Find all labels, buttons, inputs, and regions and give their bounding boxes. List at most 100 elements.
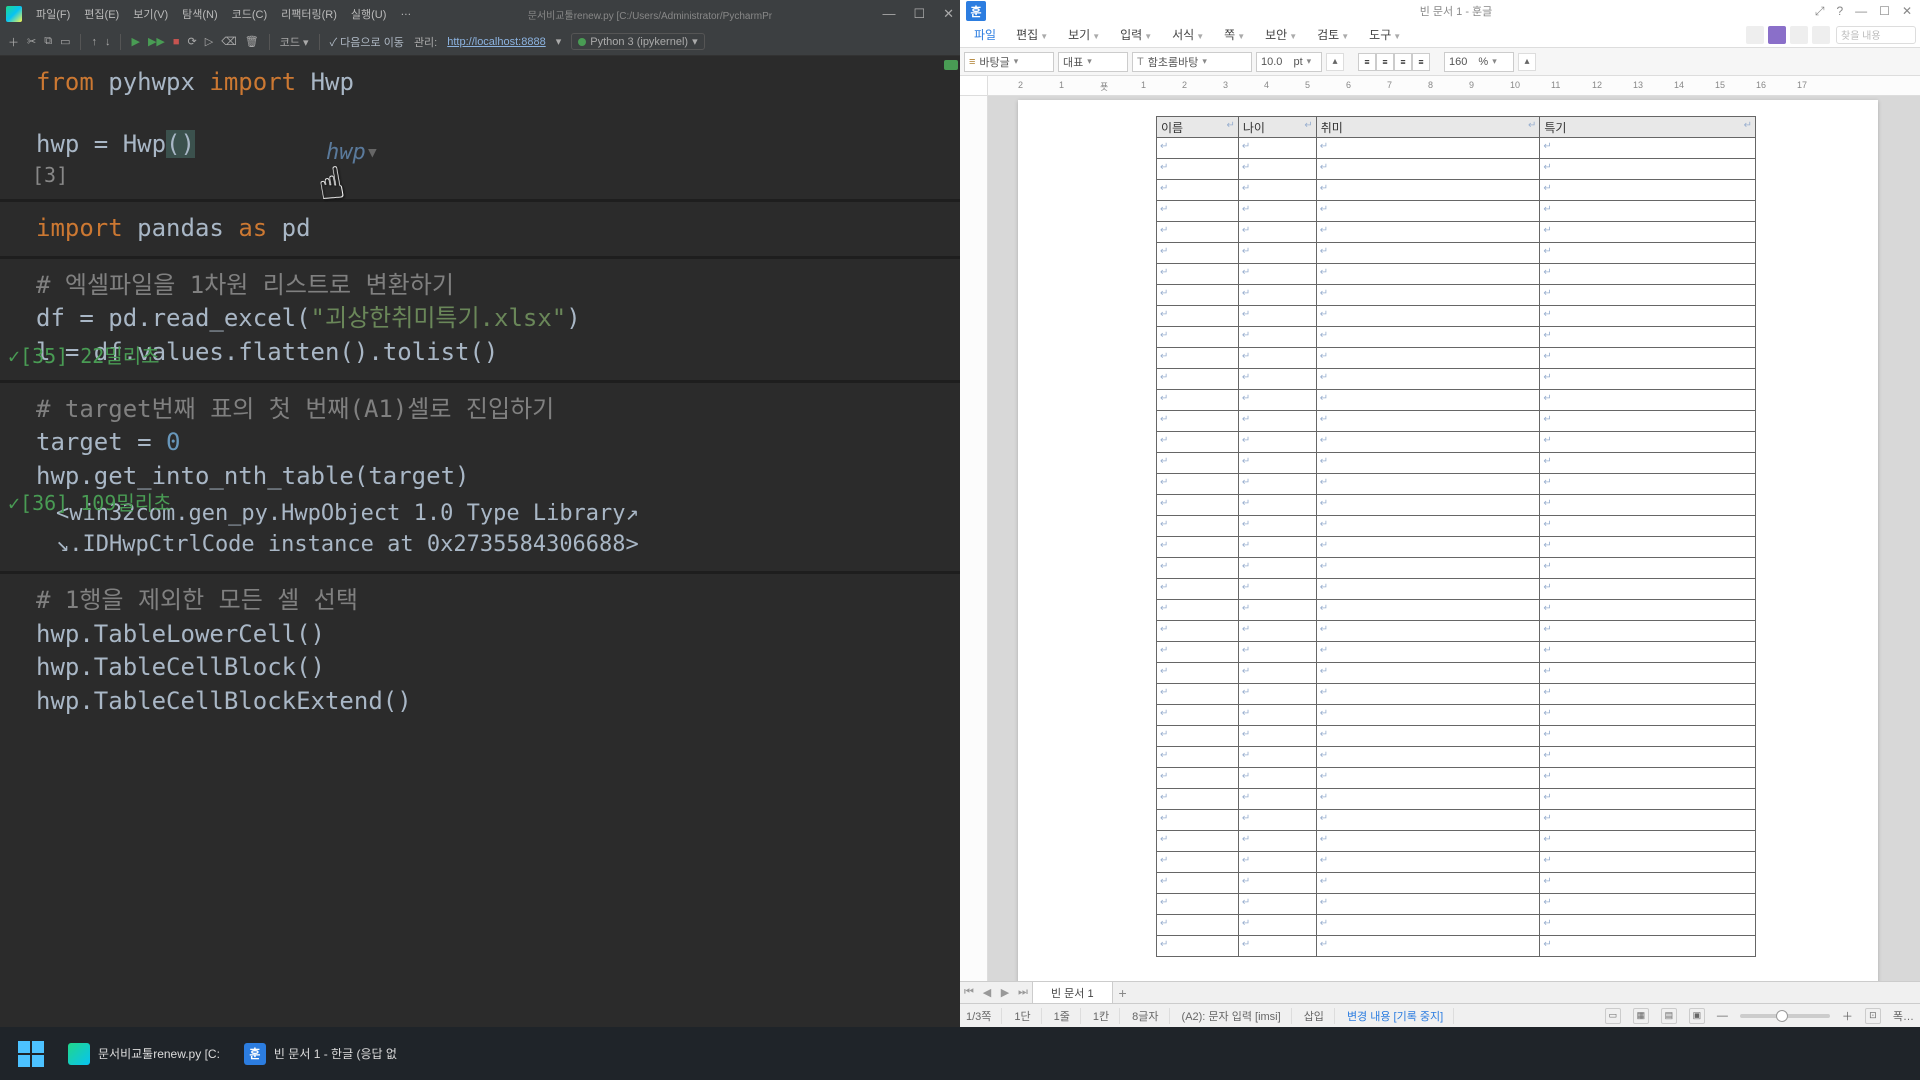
table-row[interactable]: ↵↵↵↵ <box>1157 390 1756 411</box>
table-row[interactable]: ↵↵↵↵ <box>1157 495 1756 516</box>
zoom-in-button[interactable]: ＋ <box>1842 1008 1853 1024</box>
table-row[interactable]: ↵↵↵↵ <box>1157 936 1756 957</box>
table-cell[interactable]: ↵ <box>1540 894 1756 915</box>
table-cell[interactable]: ↵ <box>1316 243 1540 264</box>
view-mode-4[interactable] <box>1812 26 1830 44</box>
table-cell[interactable]: ↵ <box>1316 222 1540 243</box>
table-cell[interactable]: ↵ <box>1316 180 1540 201</box>
zoom-slider[interactable] <box>1740 1014 1830 1018</box>
table-cell[interactable]: ↵ <box>1316 684 1540 705</box>
font-size-input[interactable]: 10.0 pt▾ <box>1256 52 1322 72</box>
table-cell[interactable]: ↵ <box>1157 705 1239 726</box>
tab-first-button[interactable]: ⏮ <box>960 986 978 999</box>
table-header[interactable]: 취미↵ <box>1316 117 1540 138</box>
zoom-menu[interactable]: 폭… <box>1893 1008 1914 1024</box>
table-header[interactable]: 나이↵ <box>1238 117 1316 138</box>
table-cell[interactable]: ↵ <box>1157 138 1239 159</box>
menu-view[interactable]: 보기(V) <box>127 6 174 22</box>
table-cell[interactable]: ↵ <box>1316 432 1540 453</box>
table-cell[interactable]: ↵ <box>1540 705 1756 726</box>
menu-more[interactable]: … <box>394 6 417 22</box>
paste-button[interactable]: ▭ <box>60 35 70 48</box>
table-cell[interactable]: ↵ <box>1157 285 1239 306</box>
table-cell[interactable]: ↵ <box>1540 915 1756 936</box>
menu-code[interactable]: 코드(C) <box>226 6 274 22</box>
tab-next-button[interactable]: ▶ <box>996 986 1014 999</box>
table-cell[interactable]: ↵ <box>1540 495 1756 516</box>
code-cell-1[interactable]: from pyhwpx import Hwp hwp = Hwp() hwp▾ … <box>0 56 960 199</box>
table-cell[interactable]: ↵ <box>1238 726 1316 747</box>
table-cell[interactable]: ↵ <box>1238 180 1316 201</box>
table-cell[interactable]: ↵ <box>1316 306 1540 327</box>
taskbar-pycharm[interactable]: 문서비교툴renew.py [C: <box>58 1034 230 1074</box>
code-cell-3[interactable]: # 엑셀파일을 1차원 리스트로 변환하기 df = pd.read_excel… <box>0 256 960 380</box>
table-cell[interactable]: ↵ <box>1238 138 1316 159</box>
table-cell[interactable]: ↵ <box>1238 642 1316 663</box>
table-cell[interactable]: ↵ <box>1540 621 1756 642</box>
table-cell[interactable]: ↵ <box>1157 852 1239 873</box>
table-row[interactable]: ↵↵↵↵ <box>1157 915 1756 936</box>
table-cell[interactable]: ↵ <box>1540 180 1756 201</box>
cell-type-select[interactable]: 코드 ▾ <box>280 34 309 50</box>
table-cell[interactable]: ↵ <box>1316 642 1540 663</box>
delete-cell-button[interactable]: 🗑 <box>245 35 259 48</box>
table-row[interactable]: ↵↵↵↵ <box>1157 411 1756 432</box>
table-cell[interactable]: ↵ <box>1540 348 1756 369</box>
table-cell[interactable]: ↵ <box>1316 831 1540 852</box>
view-mode-1[interactable] <box>1746 26 1764 44</box>
table-row[interactable]: ↵↵↵↵ <box>1157 894 1756 915</box>
table-cell[interactable]: ↵ <box>1540 201 1756 222</box>
menu-navigate[interactable]: 탐색(N) <box>176 6 224 22</box>
table-cell[interactable]: ↵ <box>1540 264 1756 285</box>
menu-review[interactable]: 검토▼ <box>1307 22 1359 47</box>
align-center-button[interactable]: ≡ <box>1376 53 1394 71</box>
add-cell-button[interactable]: ＋ <box>8 34 19 50</box>
document-table[interactable]: 이름↵나이↵취미↵특기↵ ↵↵↵↵↵↵↵↵↵↵↵↵↵↵↵↵↵↵↵↵↵↵↵↵↵↵↵… <box>1156 116 1756 957</box>
table-cell[interactable]: ↵ <box>1157 537 1239 558</box>
table-cell[interactable]: ↵ <box>1157 495 1239 516</box>
menu-edit[interactable]: 편집(E) <box>78 6 125 22</box>
table-cell[interactable]: ↵ <box>1157 369 1239 390</box>
table-cell[interactable]: ↵ <box>1238 285 1316 306</box>
table-cell[interactable]: ↵ <box>1316 768 1540 789</box>
table-cell[interactable]: ↵ <box>1238 873 1316 894</box>
table-cell[interactable]: ↵ <box>1540 306 1756 327</box>
table-row[interactable]: ↵↵↵↵ <box>1157 537 1756 558</box>
table-row[interactable]: ↵↵↵↵ <box>1157 243 1756 264</box>
table-cell[interactable]: ↵ <box>1238 432 1316 453</box>
zoom-input[interactable]: 160 %▾ <box>1444 52 1514 72</box>
table-cell[interactable]: ↵ <box>1540 327 1756 348</box>
table-cell[interactable]: ↵ <box>1238 453 1316 474</box>
table-cell[interactable]: ↵ <box>1157 810 1239 831</box>
view-icon-2[interactable]: ▦ <box>1633 1008 1649 1024</box>
table-cell[interactable]: ↵ <box>1540 789 1756 810</box>
move-down-button[interactable]: ↓ <box>105 36 111 48</box>
document-tab[interactable]: 빈 문서 1 <box>1032 981 1113 1004</box>
table-cell[interactable]: ↵ <box>1316 747 1540 768</box>
table-row[interactable]: ↵↵↵↵ <box>1157 873 1756 894</box>
table-cell[interactable]: ↵ <box>1238 915 1316 936</box>
table-row[interactable]: ↵↵↵↵ <box>1157 327 1756 348</box>
table-cell[interactable]: ↵ <box>1316 201 1540 222</box>
menu-format[interactable]: 서식▼ <box>1162 22 1214 47</box>
table-cell[interactable]: ↵ <box>1316 663 1540 684</box>
table-row[interactable]: ↵↵↵↵ <box>1157 369 1756 390</box>
table-row[interactable]: ↵↵↵↵ <box>1157 306 1756 327</box>
restart-button[interactable]: ⟳ <box>188 35 197 48</box>
close-button[interactable]: ✕ <box>943 6 954 22</box>
table-row[interactable]: ↵↵↵↵ <box>1157 516 1756 537</box>
table-cell[interactable]: ↵ <box>1157 243 1239 264</box>
table-cell[interactable]: ↵ <box>1540 831 1756 852</box>
table-cell[interactable]: ↵ <box>1238 495 1316 516</box>
table-cell[interactable]: ↵ <box>1157 327 1239 348</box>
goto-next-checkbox[interactable]: ✓ 다음으로 이동 <box>330 34 404 50</box>
clear-output-button[interactable]: ⌫ <box>221 35 237 48</box>
table-row[interactable]: ↵↵↵↵ <box>1157 558 1756 579</box>
menu-page[interactable]: 쪽▼ <box>1214 22 1255 47</box>
code-cell-4[interactable]: # target번째 표의 첫 번째(A1)셀로 진입하기 target = 0… <box>0 380 960 571</box>
table-cell[interactable]: ↵ <box>1316 852 1540 873</box>
table-cell[interactable]: ↵ <box>1540 537 1756 558</box>
expand-icon[interactable]: ⤢ <box>1811 4 1829 19</box>
table-cell[interactable]: ↵ <box>1157 663 1239 684</box>
table-cell[interactable]: ↵ <box>1316 726 1540 747</box>
